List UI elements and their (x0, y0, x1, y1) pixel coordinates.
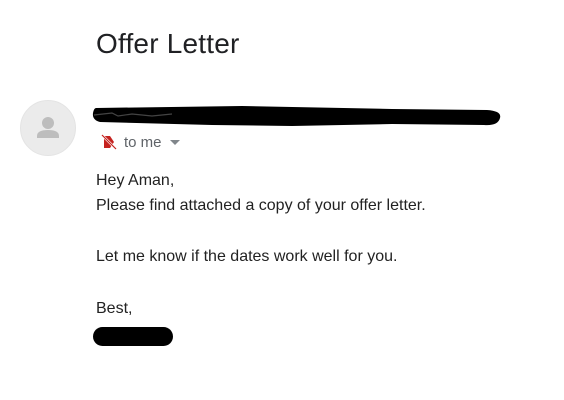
email-body-line-dates: Let me know if the dates work well for y… (96, 248, 398, 265)
email-closing: Best, (96, 300, 133, 317)
signature-redaction (93, 327, 173, 346)
recipient-row[interactable]: to me (100, 132, 180, 152)
sender-name-redaction (92, 106, 501, 126)
person-icon (37, 117, 59, 138)
sender-avatar[interactable] (20, 100, 76, 156)
recipient-label: to me (124, 133, 162, 151)
email-subject: Offer Letter (96, 28, 240, 59)
email-body-line-attachment: Please find attached a copy of your offe… (96, 197, 426, 214)
importance-off-icon[interactable] (100, 133, 118, 151)
chevron-down-icon[interactable] (169, 139, 180, 145)
email-greeting: Hey Aman, (96, 172, 175, 189)
